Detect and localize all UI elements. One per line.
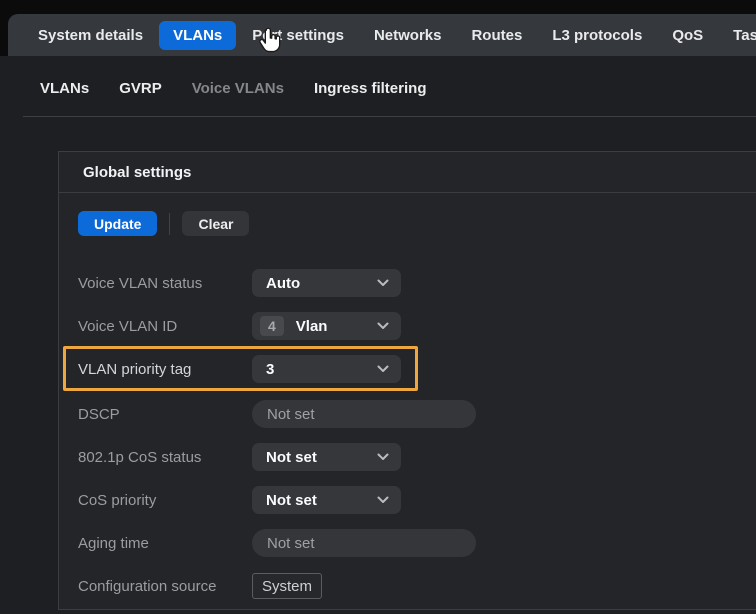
field-row-voice-vlan-id: Voice VLAN ID 4 Vlan: [78, 312, 756, 340]
selected-value: Vlan: [296, 318, 328, 335]
field-row-configuration-source: Configuration source System: [78, 572, 756, 600]
tab-qos[interactable]: QoS: [658, 21, 717, 50]
top-navigation-bar: System details VLANs Port settings Netwo…: [8, 14, 756, 56]
chevron-down-icon: [377, 365, 389, 373]
tab-routes[interactable]: Routes: [457, 21, 536, 50]
card-body: Update Clear Voice VLAN status Auto Voic…: [59, 193, 756, 600]
update-button[interactable]: Update: [78, 211, 157, 236]
selected-value: 3: [266, 361, 274, 378]
tab-task-queue[interactable]: Task queue: [719, 21, 756, 50]
field-row-aging-time: Aging time: [78, 529, 756, 557]
field-label: 802.1p CoS status: [78, 449, 252, 466]
field-row-voice-vlan-status: Voice VLAN status Auto: [78, 269, 756, 297]
subtab-gvrp[interactable]: GVRP: [119, 80, 162, 97]
card-title: Global settings: [83, 164, 191, 181]
tab-system-details[interactable]: System details: [24, 21, 157, 50]
field-row-cos-priority: CoS priority Not set: [78, 486, 756, 514]
page-content: VLANs GVRP Voice VLANs Ingress filtering…: [0, 56, 756, 614]
field-label: Voice VLAN ID: [78, 318, 252, 335]
selected-value: Not set: [266, 492, 317, 509]
highlight-box: VLAN priority tag 3: [63, 346, 418, 391]
subtab-voice-vlans[interactable]: Voice VLANs: [192, 80, 284, 97]
selected-value: Not set: [266, 449, 317, 466]
selected-value: Auto: [266, 275, 300, 292]
cos-priority-select[interactable]: Not set: [252, 486, 401, 514]
clear-button[interactable]: Clear: [182, 211, 249, 236]
button-separator: [169, 213, 170, 235]
chevron-down-icon: [377, 322, 389, 330]
configuration-source-badge: System: [252, 573, 322, 599]
field-label: Voice VLAN status: [78, 275, 252, 292]
field-row-8021p-cos-status: 802.1p CoS status Not set: [78, 443, 756, 471]
tab-port-settings[interactable]: Port settings: [238, 21, 358, 50]
vlan-priority-tag-select[interactable]: 3: [252, 355, 401, 383]
button-row: Update Clear: [78, 211, 756, 236]
aging-time-input[interactable]: [252, 529, 476, 557]
tab-l3-protocols[interactable]: L3 protocols: [538, 21, 656, 50]
subtab-ingress-filtering[interactable]: Ingress filtering: [314, 80, 427, 97]
cos-status-select[interactable]: Not set: [252, 443, 401, 471]
chevron-down-icon: [377, 496, 389, 504]
vlan-id-badge: 4: [260, 316, 284, 336]
card-header: Global settings: [59, 152, 756, 193]
global-settings-card: Global settings Update Clear Voice VLAN …: [58, 151, 756, 610]
subtab-vlans[interactable]: VLANs: [40, 80, 89, 97]
voice-vlan-status-select[interactable]: Auto: [252, 269, 401, 297]
field-label: DSCP: [78, 406, 252, 423]
voice-vlan-id-select[interactable]: 4 Vlan: [252, 312, 401, 340]
field-label: Configuration source: [78, 578, 252, 595]
chevron-down-icon: [377, 279, 389, 287]
chevron-down-icon: [377, 453, 389, 461]
field-label: VLAN priority tag: [78, 361, 252, 378]
field-label: CoS priority: [78, 492, 252, 509]
subnav-divider: [23, 116, 756, 117]
sub-navigation: VLANs GVRP Voice VLANs Ingress filtering: [40, 80, 426, 97]
dscp-input[interactable]: [252, 400, 476, 428]
tab-vlans[interactable]: VLANs: [159, 21, 236, 50]
field-row-dscp: DSCP: [78, 400, 756, 428]
field-row-vlan-priority-tag: VLAN priority tag 3: [78, 355, 402, 383]
field-label: Aging time: [78, 535, 252, 552]
tab-networks[interactable]: Networks: [360, 21, 456, 50]
